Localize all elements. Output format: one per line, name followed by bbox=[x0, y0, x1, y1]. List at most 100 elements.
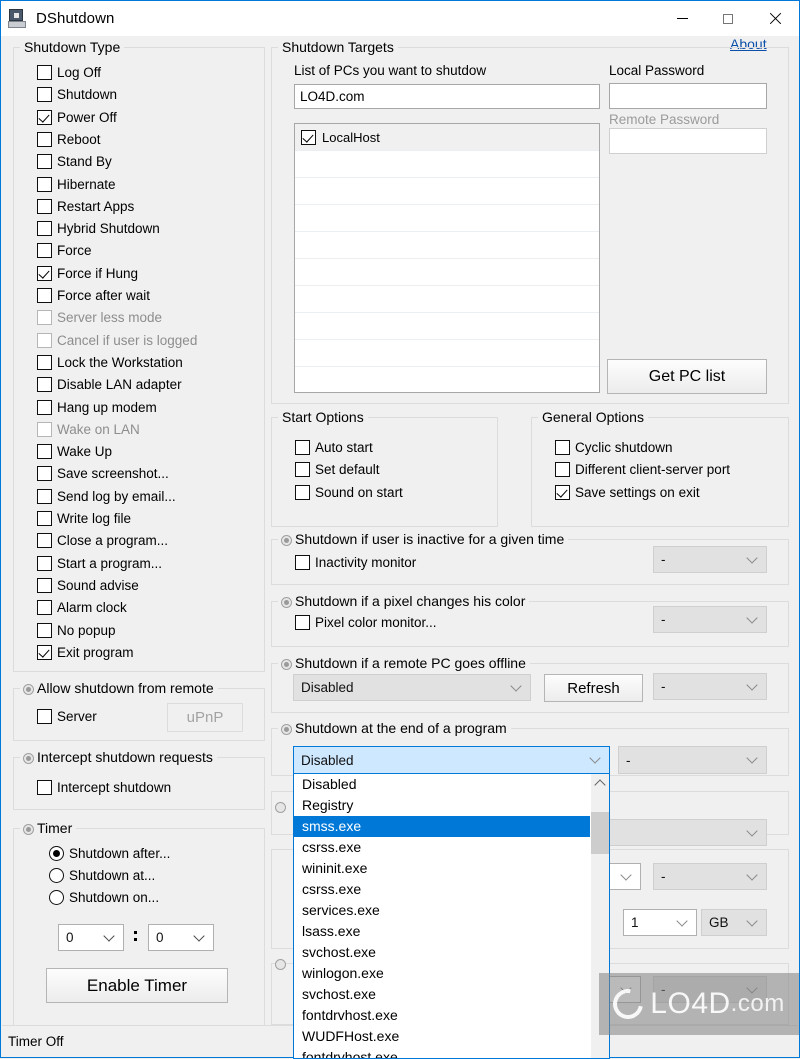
scrollbar-thumb[interactable] bbox=[591, 812, 609, 854]
inactivity-combo[interactable]: - bbox=[653, 546, 767, 573]
size-value-combo[interactable]: 1 bbox=[623, 909, 697, 936]
dropdown-option-0[interactable]: Disabled bbox=[294, 774, 609, 795]
maximize-button[interactable] bbox=[705, 1, 751, 36]
radio-icon bbox=[49, 868, 64, 883]
end-program-dropdown-popup[interactable]: Disabled Registry smss.exe csrss.exe wininit… bbox=[293, 773, 610, 1059]
shutdown-type-checkbox-8[interactable]: Force bbox=[37, 243, 92, 258]
shutdown-type-checkbox-17[interactable]: Wake Up bbox=[37, 444, 112, 459]
different-port-checkbox[interactable]: Different client-server port bbox=[555, 462, 730, 477]
shutdown-type-checkbox-20[interactable]: Write log file bbox=[37, 511, 131, 526]
timer-radio-after[interactable]: Shutdown after... bbox=[49, 846, 170, 861]
shutdown-type-checkbox-19[interactable]: Send log by email... bbox=[37, 489, 176, 504]
shutdown-type-checkbox-14[interactable]: Disable LAN adapter bbox=[37, 377, 182, 392]
dropdown-option-9[interactable]: winlogon.exe bbox=[294, 963, 609, 984]
shutdown-type-checkbox-4[interactable]: Stand By bbox=[37, 154, 112, 169]
end-program-right-combo[interactable]: - bbox=[618, 746, 767, 774]
close-button[interactable] bbox=[751, 1, 799, 36]
list-item[interactable] bbox=[295, 205, 599, 232]
dropdown-option-list[interactable]: Disabled Registry smss.exe csrss.exe wininit… bbox=[294, 774, 609, 1058]
dropdown-option-1[interactable]: Registry bbox=[294, 795, 609, 816]
shutdown-type-checkbox-0[interactable]: Log Off bbox=[37, 65, 101, 80]
timer-hours-combo[interactable]: 0 bbox=[58, 924, 124, 951]
enable-timer-button[interactable]: Enable Timer bbox=[46, 968, 228, 1003]
set-default-checkbox[interactable]: Set default bbox=[295, 462, 380, 477]
checkbox-icon bbox=[555, 462, 570, 477]
cyclic-shutdown-checkbox[interactable]: Cyclic shutdown bbox=[555, 440, 673, 455]
shutdown-type-checkbox-9[interactable]: Force if Hung bbox=[37, 266, 138, 281]
end-program-combo[interactable]: Disabled bbox=[293, 746, 610, 774]
shutdown-type-checkbox-2[interactable]: Power Off bbox=[37, 110, 117, 125]
list-item[interactable] bbox=[295, 340, 599, 367]
auto-start-checkbox[interactable]: Auto start bbox=[295, 440, 373, 455]
shutdown-type-checkbox-22[interactable]: Start a program... bbox=[37, 556, 162, 571]
dropdown-option-4[interactable]: wininit.exe bbox=[294, 858, 609, 879]
partial-combo-b[interactable]: - bbox=[653, 863, 767, 890]
shutdown-type-checkbox-18[interactable]: Save screenshot... bbox=[37, 466, 169, 481]
list-item[interactable] bbox=[295, 313, 599, 340]
shutdown-type-checkbox-5[interactable]: Hibernate bbox=[37, 177, 116, 192]
radio-indicator-icon bbox=[23, 824, 34, 835]
shutdown-type-checkbox-25[interactable]: No popup bbox=[37, 623, 116, 638]
shutdown-type-checkbox-13[interactable]: Lock the Workstation bbox=[37, 355, 183, 370]
shutdown-type-checkbox-24[interactable]: Alarm clock bbox=[37, 600, 127, 615]
local-password-field[interactable] bbox=[609, 83, 767, 109]
list-item[interactable] bbox=[295, 232, 599, 259]
shutdown-type-checkbox-10[interactable]: Force after wait bbox=[37, 288, 150, 303]
checkbox-icon bbox=[37, 154, 52, 169]
pixel-combo[interactable]: - bbox=[653, 606, 767, 633]
shutdown-type-checkbox-6[interactable]: Restart Apps bbox=[37, 199, 134, 214]
list-item[interactable] bbox=[295, 151, 599, 178]
intercept-shutdown-checkbox[interactable]: Intercept shutdown bbox=[37, 780, 171, 795]
hidden-radio-lower[interactable] bbox=[275, 959, 291, 970]
remote-offline-right-combo[interactable]: - bbox=[653, 673, 767, 700]
dropdown-option-5[interactable]: csrss.exe bbox=[294, 879, 609, 900]
allow-remote-legend-text: Allow shutdown from remote bbox=[37, 680, 214, 696]
server-checkbox[interactable]: Server bbox=[37, 709, 97, 724]
list-item[interactable]: LocalHost bbox=[295, 124, 599, 151]
dropdown-scrollbar[interactable] bbox=[590, 774, 609, 1058]
radio-indicator-icon bbox=[281, 659, 292, 670]
list-item[interactable] bbox=[295, 286, 599, 313]
dropdown-option-6[interactable]: services.exe bbox=[294, 900, 609, 921]
list-item[interactable] bbox=[295, 367, 599, 392]
get-pc-list-button[interactable]: Get PC list bbox=[607, 359, 767, 394]
pc-listbox[interactable]: LocalHost bbox=[294, 123, 600, 393]
dropdown-option-8[interactable]: svchost.exe bbox=[294, 942, 609, 963]
save-settings-checkbox[interactable]: Save settings on exit bbox=[555, 485, 700, 500]
list-item[interactable] bbox=[295, 259, 599, 286]
pc-input[interactable]: LO4D.com bbox=[294, 84, 600, 109]
shutdown-type-checkbox-1[interactable]: Shutdown bbox=[37, 87, 117, 102]
dropdown-option-12[interactable]: WUDFHost.exe bbox=[294, 1026, 609, 1047]
shutdown-type-checkbox-3[interactable]: Reboot bbox=[37, 132, 101, 147]
shutdown-type-checkbox-15[interactable]: Hang up modem bbox=[37, 400, 157, 415]
timer-radio-on[interactable]: Shutdown on... bbox=[49, 890, 159, 905]
refresh-button[interactable]: Refresh bbox=[544, 674, 643, 702]
shutdown-type-checkbox-7[interactable]: Hybrid Shutdown bbox=[37, 221, 160, 236]
inactivity-monitor-checkbox[interactable]: Inactivity monitor bbox=[295, 555, 416, 570]
sound-on-start-checkbox[interactable]: Sound on start bbox=[295, 485, 403, 500]
remote-offline-combo[interactable]: Disabled bbox=[293, 674, 531, 701]
list-item[interactable] bbox=[295, 178, 599, 205]
size-unit-combo[interactable]: GB bbox=[701, 909, 767, 936]
dropdown-option-11[interactable]: fontdrvhost.exe bbox=[294, 1005, 609, 1026]
pixel-monitor-checkbox[interactable]: Pixel color monitor... bbox=[295, 615, 437, 630]
timer-radio-at[interactable]: Shutdown at... bbox=[49, 868, 155, 883]
shutdown-type-checkbox-21[interactable]: Close a program... bbox=[37, 533, 168, 548]
dropdown-option-3[interactable]: csrss.exe bbox=[294, 837, 609, 858]
remote-password-field[interactable] bbox=[609, 128, 767, 154]
timer-minutes-combo[interactable]: 0 bbox=[148, 924, 214, 951]
end-program-combo-value: Disabled bbox=[301, 752, 354, 768]
chevron-down-icon bbox=[748, 554, 757, 563]
dropdown-option-7[interactable]: lsass.exe bbox=[294, 921, 609, 942]
dropdown-option-2[interactable]: smss.exe bbox=[294, 816, 609, 837]
dropdown-option-10[interactable]: svchost.exe bbox=[294, 984, 609, 1005]
dropdown-option-13[interactable]: fontdrvhost.exe bbox=[294, 1047, 609, 1058]
shutdown-type-checkbox-23[interactable]: Sound advise bbox=[37, 578, 139, 593]
bottom-right-combo[interactable]: - bbox=[653, 976, 767, 1003]
upnp-button[interactable]: uPnP bbox=[167, 703, 243, 732]
scroll-up-button[interactable] bbox=[591, 774, 609, 792]
minimize-button[interactable] bbox=[659, 1, 705, 36]
shutdown-type-checkbox-26[interactable]: Exit program bbox=[37, 645, 134, 660]
hidden-radio-upper[interactable] bbox=[275, 802, 291, 813]
minimize-icon bbox=[676, 18, 688, 19]
